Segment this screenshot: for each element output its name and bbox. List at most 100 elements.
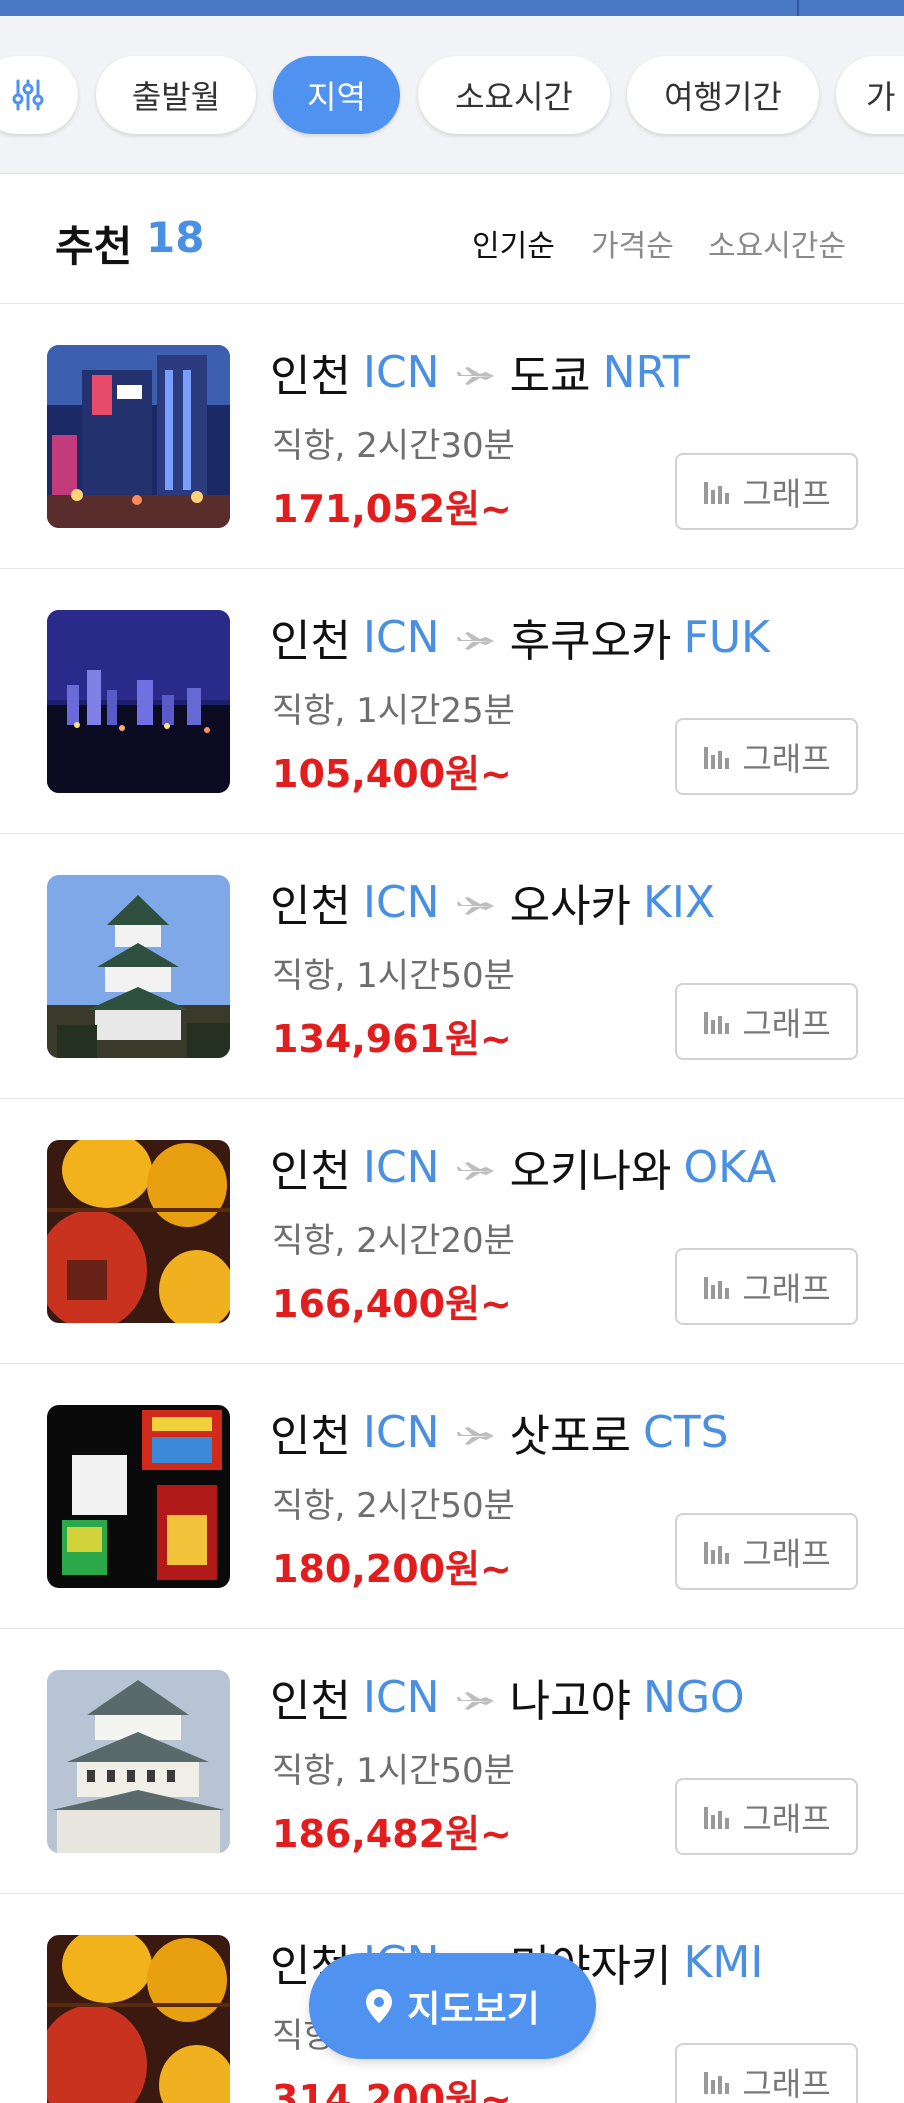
price: 134,961원~: [272, 1017, 512, 1061]
map-view-button[interactable]: 지도보기: [309, 1953, 596, 2059]
origin-city: 인천: [270, 351, 351, 402]
flight-info: 직항, 2시간30분: [272, 426, 515, 466]
origin-code: ICN: [362, 1141, 440, 1193]
origin-city: 인천: [270, 881, 351, 932]
destination-city: 오키나와: [509, 1146, 672, 1197]
bar-chart-icon: [704, 1806, 730, 1829]
bar-chart-icon: [704, 1276, 730, 1299]
graph-button-label: 그래프: [742, 1269, 831, 1308]
price: 314,200원~: [272, 2077, 512, 2103]
destination-code: NGO: [643, 1671, 745, 1723]
list-item[interactable]: 인천 ICN 삿포로 CTS 직항, 2시간50분 180,200원~ 그래프: [0, 1364, 904, 1629]
airplane-icon: [456, 347, 496, 398]
graph-button-label: 그래프: [742, 474, 831, 513]
filter-chip-region[interactable]: 지역: [273, 56, 400, 134]
filter-chip-departure-month[interactable]: 출발월: [96, 56, 256, 134]
destination-code: FUK: [683, 611, 770, 663]
flight-info: 직항, 2시간20분: [272, 1221, 515, 1261]
route: 인천 ICN 후쿠오카 FUK: [270, 605, 770, 669]
destination-code: NRT: [602, 346, 690, 398]
flight-info: 직항, 1시간50분: [272, 956, 515, 996]
filter-chip-trip-length[interactable]: 여행기간: [627, 56, 819, 134]
sort-bar: 추천 18 인기순 가격순 소요시간순: [0, 175, 904, 304]
destination-code: KMI: [683, 1936, 764, 1988]
filter-chip-price[interactable]: 가: [836, 56, 904, 134]
graph-button[interactable]: 그래프: [675, 1778, 858, 1855]
graph-button[interactable]: 그래프: [675, 2043, 858, 2103]
route: 인천 ICN 도쿄 NRT: [270, 340, 690, 404]
destination-city: 삿포로: [509, 1411, 632, 1462]
graph-button[interactable]: 그래프: [675, 718, 858, 795]
graph-button-label: 그래프: [742, 1004, 831, 1043]
graph-button-label: 그래프: [742, 739, 831, 778]
graph-button[interactable]: 그래프: [675, 453, 858, 530]
flight-info: 직항, 1시간50분: [272, 1751, 515, 1791]
list-item[interactable]: 인천 ICN 도쿄 NRT 직항, 2시간30분 171,052원~ 그래프: [0, 304, 904, 569]
origin-city: 인천: [270, 1146, 351, 1197]
route: 인천 ICN 삿포로 CTS: [270, 1400, 729, 1464]
list-item[interactable]: 인천 ICN 오키나와 OKA 직항, 2시간20분 166,400원~ 그래프: [0, 1099, 904, 1364]
route: 인천 ICN 오사카 KIX: [270, 870, 715, 934]
destination-photo: [47, 610, 230, 793]
graph-button[interactable]: 그래프: [675, 1248, 858, 1325]
graph-button-label: 그래프: [742, 1799, 831, 1838]
airplane-icon: [456, 612, 496, 663]
destination-code: CTS: [643, 1406, 729, 1458]
destination-photo: [47, 1935, 230, 2103]
graph-button-label: 그래프: [742, 2064, 831, 2103]
destination-photo: [47, 345, 230, 528]
origin-city: 인천: [270, 1411, 351, 1462]
top-bar-divider: [797, 0, 799, 16]
sort-popular[interactable]: 인기순: [472, 221, 555, 265]
airplane-icon: [456, 1672, 496, 1723]
airplane-icon: [456, 1407, 496, 1458]
origin-code: ICN: [362, 876, 440, 928]
bar-chart-icon: [704, 2071, 730, 2094]
location-pin-icon: [366, 1989, 393, 2023]
destination-photo: [47, 875, 230, 1058]
destination-code: OKA: [683, 1141, 777, 1193]
destination-city: 후쿠오카: [509, 616, 672, 667]
map-view-label: 지도보기: [407, 1989, 540, 2030]
sort-price[interactable]: 가격순: [591, 221, 674, 265]
airplane-icon: [456, 1142, 496, 1193]
bar-chart-icon: [704, 481, 730, 504]
flight-info: 직항, 1시간25분: [272, 691, 515, 731]
origin-code: ICN: [362, 1406, 440, 1458]
top-bar: [0, 0, 904, 16]
flight-info: 직항, 2시간50분: [272, 1486, 515, 1526]
price: 166,400원~: [272, 1282, 512, 1326]
bar-chart-icon: [704, 1011, 730, 1034]
sliders-icon: [12, 79, 44, 111]
destination-code: KIX: [643, 876, 716, 928]
destination-photo: [47, 1405, 230, 1588]
recommend-label: 추천: [55, 222, 133, 271]
graph-button-label: 그래프: [742, 1534, 831, 1573]
graph-button[interactable]: 그래프: [675, 1513, 858, 1590]
price: 171,052원~: [272, 487, 512, 531]
price: 105,400원~: [272, 752, 512, 796]
origin-city: 인천: [270, 616, 351, 667]
list-item[interactable]: 인천 ICN 나고야 NGO 직항, 1시간50분 186,482원~ 그래프: [0, 1629, 904, 1894]
sort-duration[interactable]: 소요시간순: [708, 221, 846, 265]
destination-city: 나고야: [509, 1676, 632, 1727]
price: 180,200원~: [272, 1547, 512, 1591]
result-count: 18: [146, 213, 205, 262]
filter-chip-duration[interactable]: 소요시간: [418, 56, 610, 134]
route: 인천 ICN 오키나와 OKA: [270, 1135, 776, 1199]
filter-settings-button[interactable]: [0, 56, 78, 134]
destination-photo: [47, 1140, 230, 1323]
filter-bar: 출발월 지역 소요시간 여행기간 가: [0, 16, 904, 174]
route: 인천 ICN 나고야 NGO: [270, 1665, 745, 1729]
bar-chart-icon: [704, 746, 730, 769]
origin-code: ICN: [362, 346, 440, 398]
destination-photo: [47, 1670, 230, 1853]
airplane-icon: [456, 877, 496, 928]
list-item[interactable]: 인천 ICN 후쿠오카 FUK 직항, 1시간25분 105,400원~ 그래프: [0, 569, 904, 834]
list-item[interactable]: 인천 ICN 오사카 KIX 직항, 1시간50분 134,961원~ 그래프: [0, 834, 904, 1099]
origin-code: ICN: [362, 611, 440, 663]
destination-city: 도쿄: [509, 351, 591, 402]
bar-chart-icon: [704, 1541, 730, 1564]
destination-city: 오사카: [509, 881, 632, 932]
graph-button[interactable]: 그래프: [675, 983, 858, 1060]
